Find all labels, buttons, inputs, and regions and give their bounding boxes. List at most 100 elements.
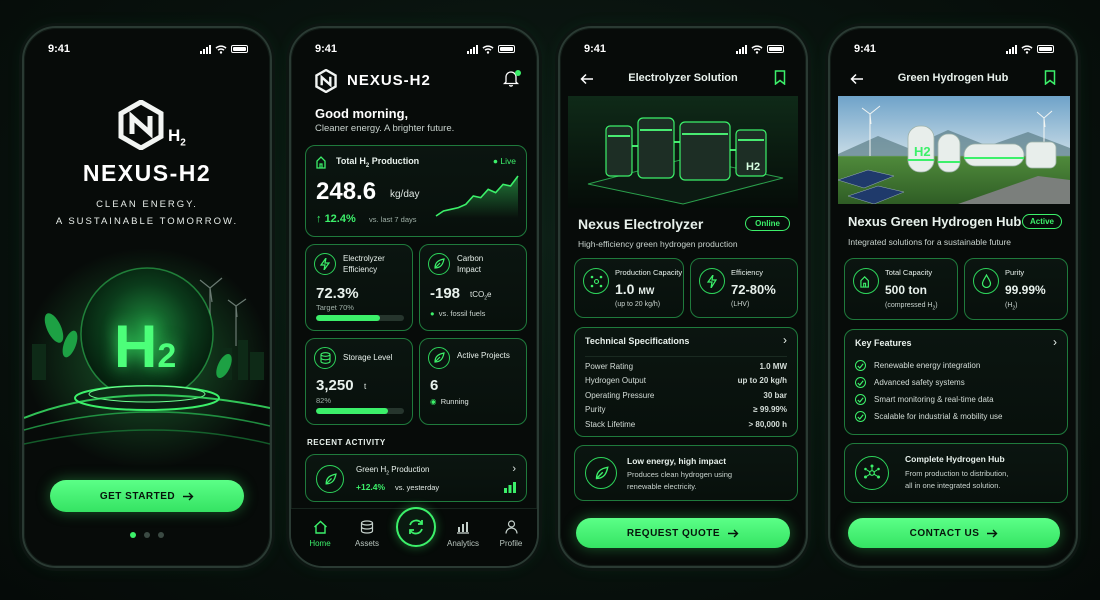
chevron-right-icon: ›: [783, 333, 787, 347]
projects-title: Active Projects: [457, 351, 510, 360]
live-badge: ● Live: [492, 156, 516, 166]
nav-profile[interactable]: Profile: [491, 519, 531, 548]
efficiency-progress-bar: [316, 315, 404, 321]
check-icon: [855, 411, 866, 422]
spec-value: > 80,000 h: [748, 419, 787, 429]
efficiency-title-2: Efficiency: [343, 265, 378, 274]
bookmark-icon[interactable]: [1044, 70, 1056, 85]
specs-list: Power Rating 1.0 MW Hydrogen Output up to …: [585, 356, 787, 432]
storage-card[interactable]: Storage Level 3,250 t 82%: [305, 338, 413, 425]
check-icon: [855, 360, 866, 371]
purity-card: Purity 99.99% (H2): [964, 258, 1068, 320]
factory-icon: [853, 268, 879, 294]
spec-key: Power Rating: [585, 361, 634, 371]
bottom-nav: Home Assets Analytics Profile: [291, 507, 537, 566]
request-quote-label: REQUEST QUOTE: [626, 527, 721, 539]
hero-sub: 2: [157, 337, 177, 375]
header-title: Electrolyzer Solution: [628, 72, 738, 84]
complete-title: Complete Hydrogen Hub: [905, 454, 1005, 464]
molecule-icon: [855, 456, 889, 490]
status-bar: 9:41: [854, 42, 1054, 56]
specs-card[interactable]: Technical Specifications › Power Rating 1…: [574, 327, 798, 437]
recent-activity-label: RECENT ACTIVITY: [307, 438, 386, 447]
carbon-title-2: Impact: [457, 265, 482, 274]
request-quote-button[interactable]: REQUEST QUOTE: [576, 518, 790, 548]
hub-image: H2: [838, 96, 1070, 204]
hub-name: Nexus Green Hydrogen Hub: [848, 214, 1022, 229]
page-indicator[interactable]: [24, 532, 270, 538]
nav-assets[interactable]: Assets: [347, 519, 387, 548]
phone-onboarding: 9:41 H2 NEXUS-H2 CLEAN ENERGY. A SUSTAIN…: [22, 26, 272, 568]
carbon-unit-post: e: [487, 290, 492, 299]
live-label: Live: [500, 156, 516, 166]
storage-progress-bar: [316, 408, 404, 414]
impact-line-1: Produces clean hydrogen using: [627, 470, 733, 479]
total-capacity-note: (compressed H2): [885, 302, 938, 311]
status-time: 9:41: [854, 43, 877, 55]
battery-icon: [231, 45, 248, 53]
efficiency-value: 72.3%: [316, 285, 359, 302]
production-title-post: Production: [369, 156, 420, 166]
factory-icon: [316, 156, 326, 169]
page-dot-3[interactable]: [158, 532, 164, 538]
status-bar: 9:41: [315, 42, 515, 56]
image-h2-label: H2: [914, 144, 931, 159]
home-icon: [313, 520, 327, 534]
subgreeting: Cleaner energy. A brighter future.: [315, 123, 455, 134]
projects-status: ◉ Running: [430, 397, 469, 406]
page-dot-1[interactable]: [130, 532, 136, 538]
projects-card[interactable]: Active Projects 6 ◉ Running: [419, 338, 527, 425]
production-title: Total H2 Production: [336, 156, 419, 169]
check-icon: [855, 377, 866, 388]
spec-key: Stack Lifetime: [585, 419, 636, 429]
eff-label: Efficiency: [731, 268, 763, 277]
production-unit: kg/day: [390, 189, 420, 200]
spec-value: 30 bar: [763, 390, 787, 400]
spec-row: Stack Lifetime > 80,000 h: [585, 417, 787, 432]
storage-unit: t: [364, 382, 367, 391]
purity-note: (H2): [1005, 302, 1018, 311]
activity-change: +12.4%: [356, 482, 386, 492]
cycle-icon: [409, 519, 423, 535]
production-card[interactable]: Total H2 Production ● Live 248.6 kg/day …: [305, 145, 527, 237]
efficiency-card[interactable]: Electrolyzer Efficiency 72.3% Target 70%: [305, 244, 413, 331]
phone-electrolyzer: 9:41 Electrolyzer Solution H2 Nexus Elec…: [558, 26, 808, 568]
spec-row: Purity ≥ 99.99%: [585, 403, 787, 418]
feature-item: Smart monitoring & real-time data: [855, 391, 1057, 408]
nav-center-button[interactable]: [396, 507, 436, 547]
contact-us-button[interactable]: CONTACT US: [848, 518, 1060, 548]
feature-item: Renewable energy integration: [855, 357, 1057, 374]
signal-icon: [1006, 44, 1017, 54]
page-dot-2[interactable]: [144, 532, 150, 538]
activity-item[interactable]: Green H2 Production +12.4% vs. yesterday…: [305, 454, 527, 502]
nav-home[interactable]: Home: [300, 519, 340, 548]
features-card[interactable]: Key Features › Renewable energy integrat…: [844, 329, 1068, 435]
user-icon: [504, 520, 518, 534]
battery-icon: [1037, 45, 1054, 53]
get-started-button[interactable]: GET STARTED: [50, 480, 244, 512]
online-badge-label: Online: [755, 219, 780, 228]
impact-card: Low energy, high impact Produces clean h…: [574, 445, 798, 501]
image-h2-label: H2: [746, 161, 760, 173]
nav-analytics-label: Analytics: [446, 539, 479, 548]
feature-text: Renewable energy integration: [874, 361, 981, 370]
battery-icon: [498, 45, 515, 53]
arrow-right-icon: [987, 529, 998, 537]
production-value: 248.6: [316, 178, 377, 205]
active-badge: Active: [1021, 214, 1062, 229]
activity-title-post: Production: [389, 465, 430, 474]
nav-analytics[interactable]: Analytics: [443, 519, 483, 548]
arrow-right-icon: [183, 492, 194, 500]
notifications-button[interactable]: [502, 70, 523, 90]
efficiency-card: Efficiency 72-80% (LHV): [690, 258, 798, 318]
status-icons: [467, 44, 515, 54]
leaf-icon: [428, 347, 450, 369]
carbon-card[interactable]: Carbon Impact -198 tCO2e ● vs. fossil fu…: [419, 244, 527, 331]
total-capacity-label: Total Capacity: [885, 268, 933, 277]
bookmark-icon[interactable]: [774, 70, 786, 85]
network-icon: [583, 268, 609, 294]
hub-desc: Integrated solutions for a sustainable f…: [848, 237, 1012, 247]
spec-row: Operating Pressure 30 bar: [585, 388, 787, 403]
brand-title: NEXUS-H2: [347, 72, 431, 89]
capacity-card: Production Capacity 1.0 MW (up to 20 kg/…: [574, 258, 684, 318]
